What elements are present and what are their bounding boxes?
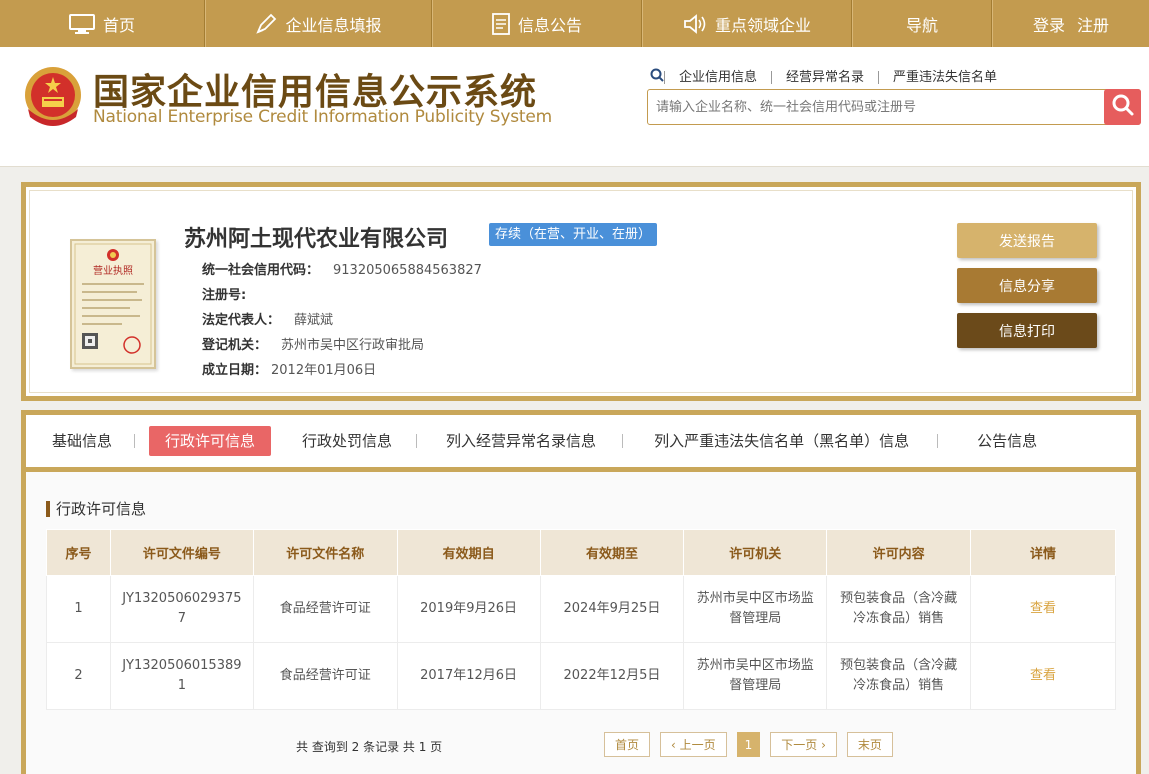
col-valid-from: 有效期自 xyxy=(396,529,541,576)
cell-index: 2 xyxy=(46,642,111,710)
col-valid-to: 有效期至 xyxy=(539,529,685,576)
license-table: 序号 许可文件编号 许可文件名称 有效期自 有效期至 许可机关 许可内容 详情 … xyxy=(46,529,1116,710)
col-detail: 详情 xyxy=(970,529,1116,576)
registration-authority-label: 登记机关： xyxy=(202,338,268,353)
company-summary-panel: 营业执照 苏州阿土现代农业有限公司 存续（在营、开业、在册） 统一社会信用代码：… xyxy=(21,182,1141,401)
tab-admin-penalty[interactable]: 行政处罚信息 xyxy=(286,426,418,456)
share-info-button[interactable]: 信息分享 xyxy=(957,268,1097,303)
search-type-links: 企业信用信息 经营异常名录 严重违法失信名单 xyxy=(650,68,1011,86)
license-title: 营业执照 xyxy=(93,264,133,277)
col-license-number: 许可文件编号 xyxy=(109,529,254,576)
site-title-en: National Enterprise Credit Information P… xyxy=(93,107,552,127)
details-panel: 基础信息 行政许可信息 行政处罚信息 列入经营异常名录信息 列入严重违法失信名单… xyxy=(21,410,1141,774)
nav-enterprise-report-label: 企业信息填报 xyxy=(285,15,382,35)
table-row: 2 JY13205060153891 食品经营许可证 2017年12月6日 20… xyxy=(46,642,1116,710)
current-page[interactable]: 1 xyxy=(736,732,761,757)
search-box xyxy=(647,89,1141,125)
tab-blacklist[interactable]: 列入严重违法失信名单（黑名单）信息 xyxy=(622,426,939,456)
nav-account: 登录 注册 xyxy=(992,0,1149,47)
tab-announcements[interactable]: 公告信息 xyxy=(937,426,1053,456)
prev-page-button[interactable]: ‹ 上一页 xyxy=(660,732,727,757)
registration-authority-value: 苏州市吴中区行政审批局 xyxy=(281,338,425,353)
tab-abnormal-list[interactable]: 列入经营异常名录信息 xyxy=(416,426,624,456)
tab-admin-license[interactable]: 行政许可信息 xyxy=(149,426,272,456)
info-credit-code: 统一社会信用代码： 913205065884563827 xyxy=(202,259,482,278)
info-reg-number: 注册号: xyxy=(202,284,260,303)
cell-authority: 苏州市吴中区市场监督管理局 xyxy=(683,575,828,643)
legal-rep-value: 薛斌斌 xyxy=(294,313,334,328)
link-enterprise-credit[interactable]: 企业信用信息 xyxy=(664,70,771,84)
cell-license-number: JY13205060293757 xyxy=(109,575,254,643)
nav-home[interactable]: 首页 xyxy=(0,0,205,47)
document-icon xyxy=(492,12,510,35)
pagination: 首页 ‹ 上一页 1 下一页 › 末页 xyxy=(604,732,903,757)
col-content: 许可内容 xyxy=(826,529,972,576)
last-page-button[interactable]: 末页 xyxy=(846,732,893,757)
cell-content: 预包装食品（含冷藏冷冻食品）销售 xyxy=(826,642,972,710)
nav-key-enterprises-label: 重点领域企业 xyxy=(714,15,811,35)
login-link[interactable]: 登录 xyxy=(1033,12,1065,36)
cell-authority: 苏州市吴中区市场监督管理局 xyxy=(683,642,828,710)
info-legal-rep: 法定代表人： 薛斌斌 xyxy=(202,309,333,328)
pen-icon xyxy=(255,13,277,35)
cell-valid-to: 2022年12月5日 xyxy=(539,642,685,710)
cell-valid-to: 2024年9月25日 xyxy=(539,575,685,643)
nav-announcements-label: 信息公告 xyxy=(517,15,582,35)
nav-navigation[interactable]: 导航 xyxy=(852,0,992,47)
business-license-image[interactable]: 营业执照 xyxy=(70,239,156,369)
tab-bar: 基础信息 行政许可信息 行政处罚信息 列入经营异常名录信息 列入严重违法失信名单… xyxy=(26,415,1136,472)
print-info-button[interactable]: 信息打印 xyxy=(957,313,1097,348)
view-detail-link[interactable]: 查看 xyxy=(970,642,1116,710)
record-summary: 共 查询到 2 条记录 共 1 页 xyxy=(296,740,443,754)
col-license-name: 许可文件名称 xyxy=(252,529,398,576)
col-authority: 许可机关 xyxy=(683,529,828,576)
table-row: 1 JY13205060293757 食品经营许可证 2019年9月26日 20… xyxy=(46,575,1116,643)
cell-license-name: 食品经营许可证 xyxy=(252,575,398,643)
info-founded-date: 成立日期： 2012年01月06日 xyxy=(202,359,376,378)
nav-announcements[interactable]: 信息公告 xyxy=(432,0,642,47)
speaker-icon xyxy=(683,13,707,34)
company-name: 苏州阿土现代农业有限公司 xyxy=(184,227,449,252)
search-input[interactable] xyxy=(648,90,1104,124)
cell-license-name: 食品经营许可证 xyxy=(252,642,398,710)
national-emblem-icon xyxy=(22,65,84,129)
magnifier-icon xyxy=(1111,93,1135,121)
cell-valid-from: 2017年12月6日 xyxy=(396,642,541,710)
nav-navigation-label: 导航 xyxy=(905,15,938,35)
nav-enterprise-report[interactable]: 企业信息填报 xyxy=(205,0,432,47)
monitor-icon xyxy=(68,13,95,34)
search-icon xyxy=(650,68,664,86)
cell-valid-from: 2019年9月26日 xyxy=(396,575,541,643)
nav-key-enterprises[interactable]: 重点领域企业 xyxy=(642,0,852,47)
view-detail-link[interactable]: 查看 xyxy=(970,575,1116,643)
status-badge: 存续（在营、开业、在册） xyxy=(489,223,658,246)
first-page-button[interactable]: 首页 xyxy=(604,732,651,757)
top-nav: 首页 企业信息填报 信息公告 重点领域企业 导航 登录 注册 xyxy=(0,0,1149,47)
credit-code-value: 913205065884563827 xyxy=(333,263,482,278)
table-header-row: 序号 许可文件编号 许可文件名称 有效期自 有效期至 许可机关 许可内容 详情 xyxy=(46,529,1116,576)
info-registration-authority: 登记机关： 苏州市吴中区行政审批局 xyxy=(202,334,424,353)
cell-license-number: JY13205060153891 xyxy=(109,642,254,710)
reg-number-label: 注册号: xyxy=(202,288,247,303)
nav-home-label: 首页 xyxy=(102,15,135,35)
search-button[interactable] xyxy=(1104,89,1141,125)
section-title: 行政许可信息 xyxy=(46,501,146,517)
founded-date-label: 成立日期： xyxy=(202,363,268,378)
credit-code-label: 统一社会信用代码： xyxy=(202,263,320,278)
send-report-button[interactable]: 发送报告 xyxy=(957,223,1097,258)
next-page-button[interactable]: 下一页 › xyxy=(770,732,837,757)
cell-index: 1 xyxy=(46,575,111,643)
legal-rep-label: 法定代表人： xyxy=(202,313,281,328)
site-header: 国家企业信用信息公示系统 National Enterprise Credit … xyxy=(0,47,1149,167)
register-link[interactable]: 注册 xyxy=(1077,12,1109,36)
founded-date-value: 2012年01月06日 xyxy=(271,363,377,378)
cell-content: 预包装食品（含冷藏冷冻食品）销售 xyxy=(826,575,972,643)
col-index: 序号 xyxy=(46,529,111,576)
link-abnormal-list[interactable]: 经营异常名录 xyxy=(771,70,878,84)
tab-basic-info[interactable]: 基础信息 xyxy=(36,426,136,456)
link-blacklist[interactable]: 严重违法失信名单 xyxy=(878,70,1011,84)
